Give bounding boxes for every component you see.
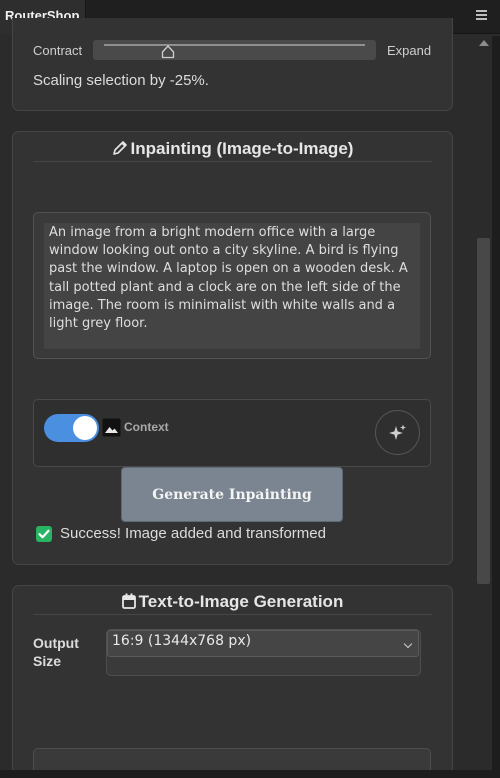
- image-icon: [102, 418, 121, 437]
- inpainting-title-text: Inpainting (Image-to-Image): [130, 139, 354, 158]
- scale-slider[interactable]: [93, 40, 376, 60]
- divider: [33, 161, 432, 162]
- slider-rail: [104, 44, 365, 46]
- scaling-status: Scaling selection by -25%.: [33, 72, 209, 89]
- pencil-icon: [112, 141, 127, 155]
- prompt-field[interactable]: An image from a bright modern office wit…: [33, 212, 431, 359]
- success-message: Success! Image added and transformed: [60, 525, 326, 542]
- hamburger-icon[interactable]: [476, 10, 487, 20]
- scroll-up-arrow-icon[interactable]: [479, 40, 489, 46]
- scrollbar-thumb[interactable]: [477, 238, 490, 584]
- enhance-prompt-button[interactable]: [375, 410, 420, 455]
- expand-label: Expand: [387, 43, 432, 58]
- divider: [33, 614, 432, 615]
- text-to-image-title: Text-to-Image Generation: [33, 592, 432, 612]
- output-size-label: Output Size: [33, 635, 79, 669]
- context-label: Context: [124, 420, 169, 434]
- toggle-knob[interactable]: [73, 416, 97, 440]
- text-to-image-title-text: Text-to-Image Generation: [138, 592, 344, 611]
- prompt-text[interactable]: An image from a bright modern office wit…: [49, 224, 421, 333]
- checkmark-icon: [36, 526, 52, 542]
- output-size-value[interactable]: 16:9 (1344x768 px): [112, 633, 251, 649]
- slider-thumb[interactable]: [161, 45, 175, 59]
- window-edge: [492, 36, 500, 778]
- prompt-textarea[interactable]: An image from a bright modern office wit…: [44, 223, 420, 349]
- generate-inpainting-button[interactable]: Generate Inpainting: [121, 467, 343, 522]
- inpainting-title: Inpainting (Image-to-Image): [33, 139, 432, 159]
- status-strip: [0, 770, 500, 778]
- scale-panel: [12, 18, 453, 111]
- contract-label: Contract: [33, 43, 83, 58]
- calendar-icon: [121, 593, 136, 609]
- sparkle-icon: [389, 424, 406, 440]
